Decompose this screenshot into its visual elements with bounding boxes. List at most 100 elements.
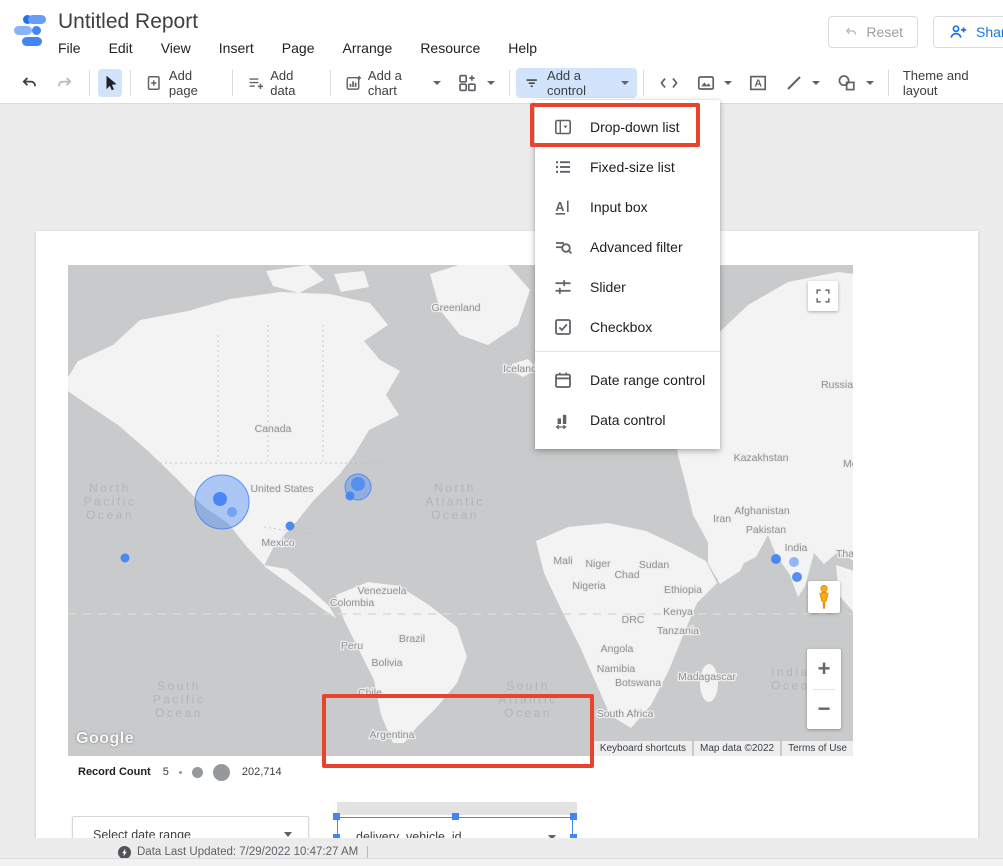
footer-divider [367,846,368,859]
add-data-icon [247,73,265,93]
chevron-down-icon [284,832,292,837]
add-page-button[interactable]: Add page [137,68,225,98]
add-page-icon [145,73,163,93]
select-tool-button[interactable] [98,69,123,97]
menu-view[interactable]: View [161,40,191,56]
image-icon [696,73,716,93]
zoom-in-button[interactable]: + [807,650,841,689]
toolbar-divider [330,70,331,96]
menu-help[interactable]: Help [508,40,537,56]
data-last-updated-text: Data Last Updated: 7/29/2022 10:47:27 AM [137,846,358,858]
toolbar-divider [643,70,644,96]
menu-item-label: Input box [590,199,648,215]
legend-max-value: 202,714 [242,766,282,778]
menu-item-data-control[interactable]: Data control [535,400,720,440]
community-visualizations-button[interactable] [449,68,503,98]
ocean-label-south-atlantic-ocean: SouthAtlanticOcean [498,679,557,720]
add-chart-button[interactable]: Add a chart [337,68,449,98]
data-bubble[interactable] [789,557,799,567]
toolbar-divider [888,70,889,96]
add-a-control-button[interactable]: Add a control [516,68,637,98]
data-bubble[interactable] [351,477,365,491]
menu-item-label: Date range control [590,372,705,388]
theme-layout-label: Theme and layout [903,68,995,98]
menu-item-date-range-control[interactable]: Date range control [535,360,720,400]
map-label-niger: Niger [585,558,611,570]
map-label-south-africa: South Africa [597,708,654,720]
toolbar-divider [509,70,510,96]
ocean-label-south-pacific-ocean: SouthPacificOcean [153,679,206,720]
add-data-button[interactable]: Add data [239,68,324,98]
chevron-down-icon [621,81,629,85]
menu-file[interactable]: File [58,40,81,56]
menu-item-checkbox[interactable]: Checkbox [535,307,720,347]
add-control-label: Add a control [547,68,613,98]
resize-handle[interactable] [452,813,459,820]
menu-item-drop-down-list[interactable]: Drop-down list [535,107,720,147]
menu-item-input-box[interactable]: AInput box [535,187,720,227]
resize-handle[interactable] [333,813,340,820]
undo-arrow-icon [843,22,858,42]
data-bubble[interactable] [346,492,355,501]
add-text-button[interactable]: A [740,68,776,98]
resize-handle[interactable] [570,813,577,820]
data-bubble[interactable] [121,554,130,563]
add-control-dropdown-menu: Drop-down list Fixed-size listAInput boxA… [535,100,720,449]
map-label-bolivia: Bolivia [372,657,403,669]
add-image-button[interactable] [688,68,740,98]
google-logo[interactable]: Google [76,730,134,748]
undo-icon [19,73,39,93]
add-line-button[interactable] [776,68,828,98]
reset-button[interactable]: Reset [828,16,918,48]
menu-arrange[interactable]: Arrange [343,40,393,56]
zoom-out-button[interactable]: − [807,690,841,729]
map-fullscreen-button[interactable] [808,281,838,311]
map-label-mali: Mali [553,555,572,567]
add-shape-button[interactable] [828,68,882,98]
data-bubble[interactable] [771,554,781,564]
menu-resource[interactable]: Resource [420,40,480,56]
menu-item-label: Data control [590,412,665,428]
line-icon [784,73,804,93]
menu-item-advanced-filter[interactable]: Advanced filter [535,227,720,267]
geo-bubble-map-chart[interactable]: GreenlandIcelandCanadaUnited StatesMexic… [68,265,853,756]
freshness-bolt-icon [118,846,131,859]
community-viz-icon [457,73,479,93]
data-studio-logo-icon[interactable] [14,13,50,49]
menu-item-slider[interactable]: Slider [535,267,720,307]
share-button[interactable]: Share [933,16,1003,48]
theme-and-layout-button[interactable]: Theme and layout [895,68,1003,98]
report-title[interactable]: Untitled Report [58,10,198,34]
menu-item-label: Drop-down list [590,119,679,135]
legend-dot-small [179,771,182,774]
menu-bar: File Edit View Insert Page Arrange Resource Hel… [58,40,537,56]
map-data-copyright: Map data ©2022 [694,741,780,756]
map-label-ethiopia: Ethiopia [664,584,702,596]
embed-code-icon [658,73,680,93]
menu-edit[interactable]: Edit [109,40,133,56]
undo-button[interactable] [11,68,47,98]
street-view-pegman-button[interactable] [808,581,840,613]
terms-of-use-link[interactable]: Terms of Use [782,741,853,756]
embed-url-button[interactable] [650,68,688,98]
fixed-size-list-icon [553,157,573,177]
data-bubble[interactable] [213,492,227,506]
menu-insert[interactable]: Insert [219,40,254,56]
data-bubble[interactable] [286,522,295,531]
data-bubble[interactable] [792,572,802,582]
map-label-venezuela: Venezuela [357,585,406,597]
redo-button[interactable] [47,68,83,98]
svg-text:A: A [754,77,762,89]
keyboard-shortcuts-link[interactable]: Keyboard shortcuts [594,741,692,756]
menu-page[interactable]: Page [282,40,315,56]
report-workspace: GreenlandIcelandCanadaUnited StatesMexic… [0,104,1003,866]
legend-dot-medium [192,767,203,778]
map-label-madagascar: Madagascar [678,671,736,683]
legend-dot-large [213,764,230,781]
toolbar: Add page Add data Add [0,62,1003,104]
pegman-icon [816,584,832,610]
chevron-down-icon [433,81,441,85]
data-bubble[interactable] [227,507,237,517]
menu-item-fixed-size-list[interactable]: Fixed-size list [535,147,720,187]
map-label-namibia: Namibia [597,663,636,675]
